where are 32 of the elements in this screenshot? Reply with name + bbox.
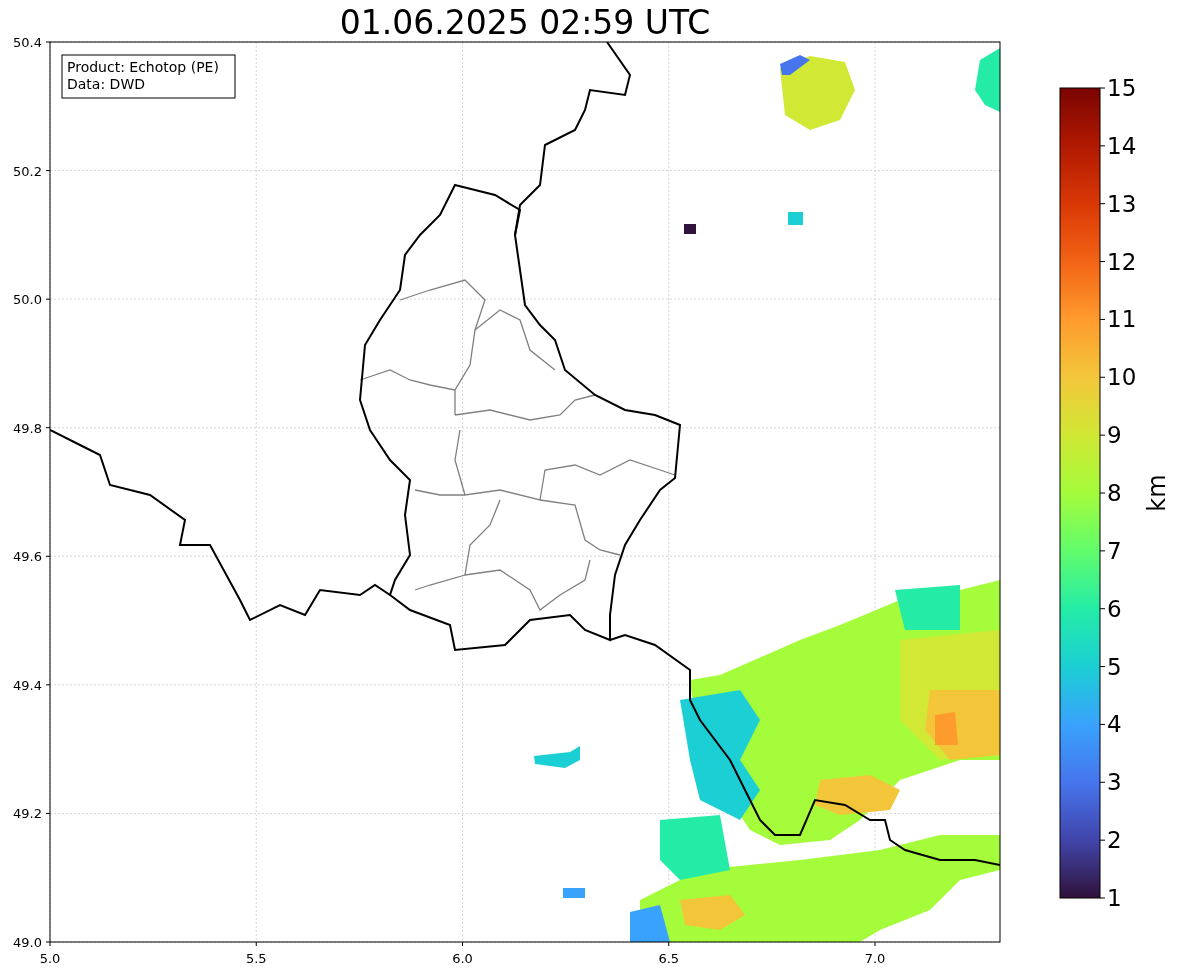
colorbar-tick-label: 8 <box>1107 480 1122 506</box>
axis-tick-label: 7.0 <box>864 951 886 966</box>
axis-tick-label: 49.8 <box>13 420 42 436</box>
axis-tick-label: 5.0 <box>39 951 61 966</box>
axis-tick-label: 49.6 <box>13 549 42 565</box>
colorbar-tick-label: 14 <box>1107 132 1137 159</box>
info-text: Product: Echotop (PE) <box>67 59 219 75</box>
axis-tick-label: 50.2 <box>13 163 42 179</box>
colorbar-tick-label: 1 <box>1107 885 1122 911</box>
axis-tick-label: 50.4 <box>13 35 42 50</box>
axis-tick-label: 49.4 <box>13 677 42 693</box>
axis-tick-label: 6.5 <box>658 951 680 966</box>
plot-title: 01.06.2025 02:59 UTC <box>339 3 711 42</box>
colorbar-tick-label: 3 <box>1107 769 1122 796</box>
colorbar-tick-label: 15 <box>1107 75 1137 101</box>
axis-tick-label: 49.2 <box>13 806 42 822</box>
colorbar-tick-label: 4 <box>1107 711 1122 738</box>
colorbar-tick-label: 9 <box>1107 422 1122 449</box>
axis-tick-label: 6.0 <box>452 951 473 966</box>
colorbar-label: km <box>1143 474 1171 512</box>
axis-tick-label: 49.0 <box>13 935 42 950</box>
axis-tick-label: 50.0 <box>13 292 42 308</box>
colorbar-tick-label: 7 <box>1107 537 1122 564</box>
axis-tick-label: 5.5 <box>245 951 267 966</box>
colorbar-tick-label: 2 <box>1107 827 1122 854</box>
colorbar-tick-label: 13 <box>1107 190 1137 217</box>
info-text: Data: DWD <box>67 76 145 92</box>
colorbar-tick-label: 5 <box>1107 653 1122 680</box>
colorbar-tick-label: 11 <box>1107 306 1137 333</box>
colorbar-tick-label: 12 <box>1107 248 1137 275</box>
colorbar-tick-label: 6 <box>1107 595 1122 622</box>
colorbar-tick-label: 10 <box>1107 364 1137 391</box>
